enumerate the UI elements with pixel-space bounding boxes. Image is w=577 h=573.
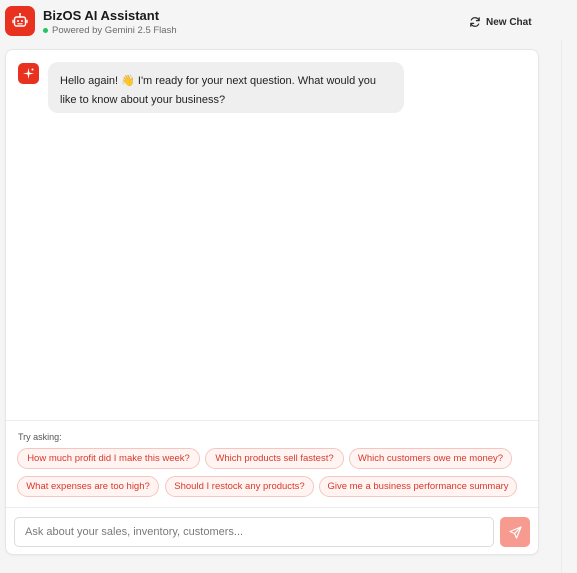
robot-icon (5, 6, 35, 36)
app-title: BizOS AI Assistant (43, 8, 160, 23)
model-status: Powered by Gemini 2.5 Flash (43, 25, 177, 36)
status-dot-icon (43, 28, 48, 33)
chat-panel: Hello again! 👋 I'm ready for your next q… (5, 49, 539, 555)
suggestion-chip[interactable]: What expenses are too high? (17, 476, 159, 497)
suggestions-divider (6, 420, 538, 421)
send-icon (508, 525, 522, 539)
send-button[interactable] (500, 517, 530, 547)
chat-input[interactable] (14, 517, 494, 547)
suggestion-chip[interactable]: Which products sell fastest? (205, 448, 344, 469)
chat-header: BizOS AI Assistant Powered by Gemini 2.5… (0, 0, 577, 46)
model-status-label: Powered by Gemini 2.5 Flash (52, 25, 177, 36)
new-chat-label: New Chat (486, 16, 532, 28)
composer-divider (6, 507, 538, 508)
suggestion-chip[interactable]: Which customers owe me money? (349, 448, 512, 469)
sparkle-icon (18, 63, 39, 84)
refresh-icon (470, 17, 480, 27)
page-scrollbar[interactable] (561, 40, 577, 573)
suggestion-chip[interactable]: How much profit did I make this week? (17, 448, 200, 469)
suggestion-chip[interactable]: Give me a business performance summary (319, 476, 517, 497)
new-chat-button[interactable]: New Chat (469, 13, 532, 31)
suggestion-chip[interactable]: Should I restock any products? (165, 476, 314, 497)
assistant-message: Hello again! 👋 I'm ready for your next q… (48, 62, 404, 113)
suggestions-label: Try asking: (18, 432, 62, 442)
